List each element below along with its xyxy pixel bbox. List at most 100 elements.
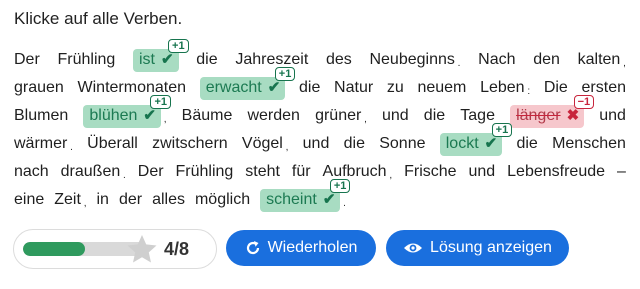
word-token[interactable]: die [516, 135, 537, 153]
word-text: den [533, 51, 560, 68]
correct-word-chip[interactable]: erwacht ✔ +1 [199, 66, 296, 100]
word-token[interactable]: Überall [87, 135, 138, 153]
word-token[interactable]: Nach [478, 51, 515, 69]
progress-bar-fill [23, 242, 85, 256]
word-token[interactable]: Natur [334, 79, 373, 97]
word-text: Menschen [552, 135, 626, 152]
word-token[interactable]: Vögel , [242, 135, 288, 153]
word-text: lockt [445, 134, 479, 152]
word-token[interactable]: neuem [417, 79, 466, 97]
word-token[interactable]: eine [14, 191, 44, 209]
word-token[interactable]: den [533, 51, 560, 69]
text-line: Der Frühling ist ✔ +1 die Jahreszeit des Neubegi… [14, 38, 626, 74]
word-token[interactable]: für [292, 163, 311, 181]
word-text: blühen [89, 106, 138, 124]
show-solution-button[interactable]: Lösung anzeigen [386, 230, 569, 266]
word-token[interactable]: ist ✔ +1 [133, 38, 189, 72]
show-solution-button-label: Lösung anzeigen [430, 239, 552, 256]
word-token[interactable]: werden [247, 107, 299, 125]
score-badge: +1 [274, 66, 296, 81]
word-token[interactable]: Der [14, 51, 40, 69]
word-token[interactable]: Menschen [552, 135, 626, 153]
correct-word-chip[interactable]: ist ✔ +1 [133, 38, 189, 72]
word-token[interactable]: in [96, 191, 108, 209]
correct-word-chip[interactable]: lockt ✔ +1 [439, 122, 513, 156]
word-token[interactable]: lockt ✔ +1 [439, 122, 513, 156]
word-token[interactable]: die [196, 51, 217, 69]
word-token[interactable]: zwitschern [152, 135, 228, 153]
word-token[interactable]: grüner , [315, 107, 367, 125]
word-text: ersten [581, 79, 626, 96]
punctuation-mark: , [620, 58, 626, 69]
correct-word-chip[interactable]: blühen ✔ +1 [83, 94, 171, 128]
word-token[interactable]: blühen ✔ +1 , [83, 94, 171, 128]
correct-word-chip[interactable]: scheint ✔ +1 [260, 178, 351, 212]
word-token[interactable]: möglich [195, 191, 250, 209]
wrong-word-chip[interactable]: länger ✖ −1 [510, 94, 595, 128]
word-text: Neubeginns [369, 51, 455, 68]
word-token[interactable]: nach [14, 163, 49, 181]
word-token[interactable]: Leben : [480, 79, 530, 97]
word-token[interactable]: und [599, 107, 626, 125]
word-token[interactable]: Jahreszeit [235, 51, 308, 69]
word-token[interactable]: kalten , [578, 51, 626, 69]
word-token[interactable]: Die [544, 79, 568, 97]
word-token[interactable]: die [424, 107, 445, 125]
punctuation-mark: : [524, 86, 531, 97]
word-token[interactable]: Frische [404, 163, 456, 181]
word-text: Wintermonaten [77, 79, 187, 96]
word-token[interactable]: wärmer . [14, 135, 73, 153]
word-token[interactable]: die [344, 135, 365, 153]
word-text: – [616, 163, 626, 180]
word-token[interactable]: Lebensfreude [507, 163, 605, 181]
punctuation-mark: . [120, 170, 126, 181]
word-token[interactable]: und [303, 135, 330, 153]
word-token[interactable]: Bäume [182, 107, 233, 125]
word-token[interactable]: draußen . [61, 163, 126, 181]
word-token[interactable]: alles [152, 191, 185, 209]
word-token[interactable]: Zeit , [54, 191, 86, 209]
word-text: eine [14, 191, 45, 208]
word-token[interactable]: zu [387, 79, 404, 97]
punctuation-mark: , [80, 198, 87, 209]
word-token[interactable]: des [326, 51, 352, 69]
word-token[interactable]: Tage [460, 107, 495, 125]
word-token[interactable]: – [617, 163, 626, 181]
word-token[interactable]: länger ✖ −1 [510, 94, 595, 128]
word-token[interactable]: der [119, 191, 142, 209]
repeat-button-label: Wiederholen [267, 239, 358, 256]
word-token[interactable]: Sonne [379, 135, 425, 153]
check-icon: ✔ [267, 78, 281, 96]
word-text: Frühling [175, 163, 234, 180]
word-text: Bäume [181, 107, 233, 124]
check-icon: ✔ [143, 106, 156, 124]
word-token[interactable]: Wintermonaten [78, 79, 187, 97]
word-text: möglich [194, 191, 251, 208]
word-text: die [343, 135, 365, 152]
word-token[interactable]: Blumen [14, 107, 68, 125]
check-icon: ✔ [484, 134, 498, 152]
punctuation-mark: , [361, 114, 367, 125]
word-text: für [291, 163, 311, 180]
score-badge: +1 [329, 178, 351, 193]
word-token[interactable]: Frühling [176, 163, 234, 181]
word-token[interactable]: Neubeginns . [369, 51, 460, 69]
word-token[interactable]: grauen [14, 79, 64, 97]
word-token[interactable]: und [469, 163, 496, 181]
word-token[interactable]: und [382, 107, 409, 125]
word-text: grauen [14, 79, 64, 96]
word-text: alles [152, 191, 185, 208]
score-badge: +1 [150, 94, 171, 109]
word-text: wärmer [14, 135, 68, 152]
word-token[interactable]: erwacht ✔ +1 [199, 66, 296, 100]
word-token[interactable]: Frühling [57, 51, 115, 69]
word-text: zu [386, 79, 404, 96]
word-text: und [302, 135, 330, 152]
word-token[interactable]: Der [138, 163, 164, 181]
word-token[interactable]: die [299, 79, 320, 97]
punctuation-mark: . [340, 197, 346, 209]
word-token[interactable]: scheint ✔ +1 . [260, 178, 351, 212]
word-token[interactable]: steht [245, 163, 280, 181]
check-icon: ✔ [322, 190, 336, 208]
repeat-button[interactable]: Wiederholen [226, 230, 376, 266]
